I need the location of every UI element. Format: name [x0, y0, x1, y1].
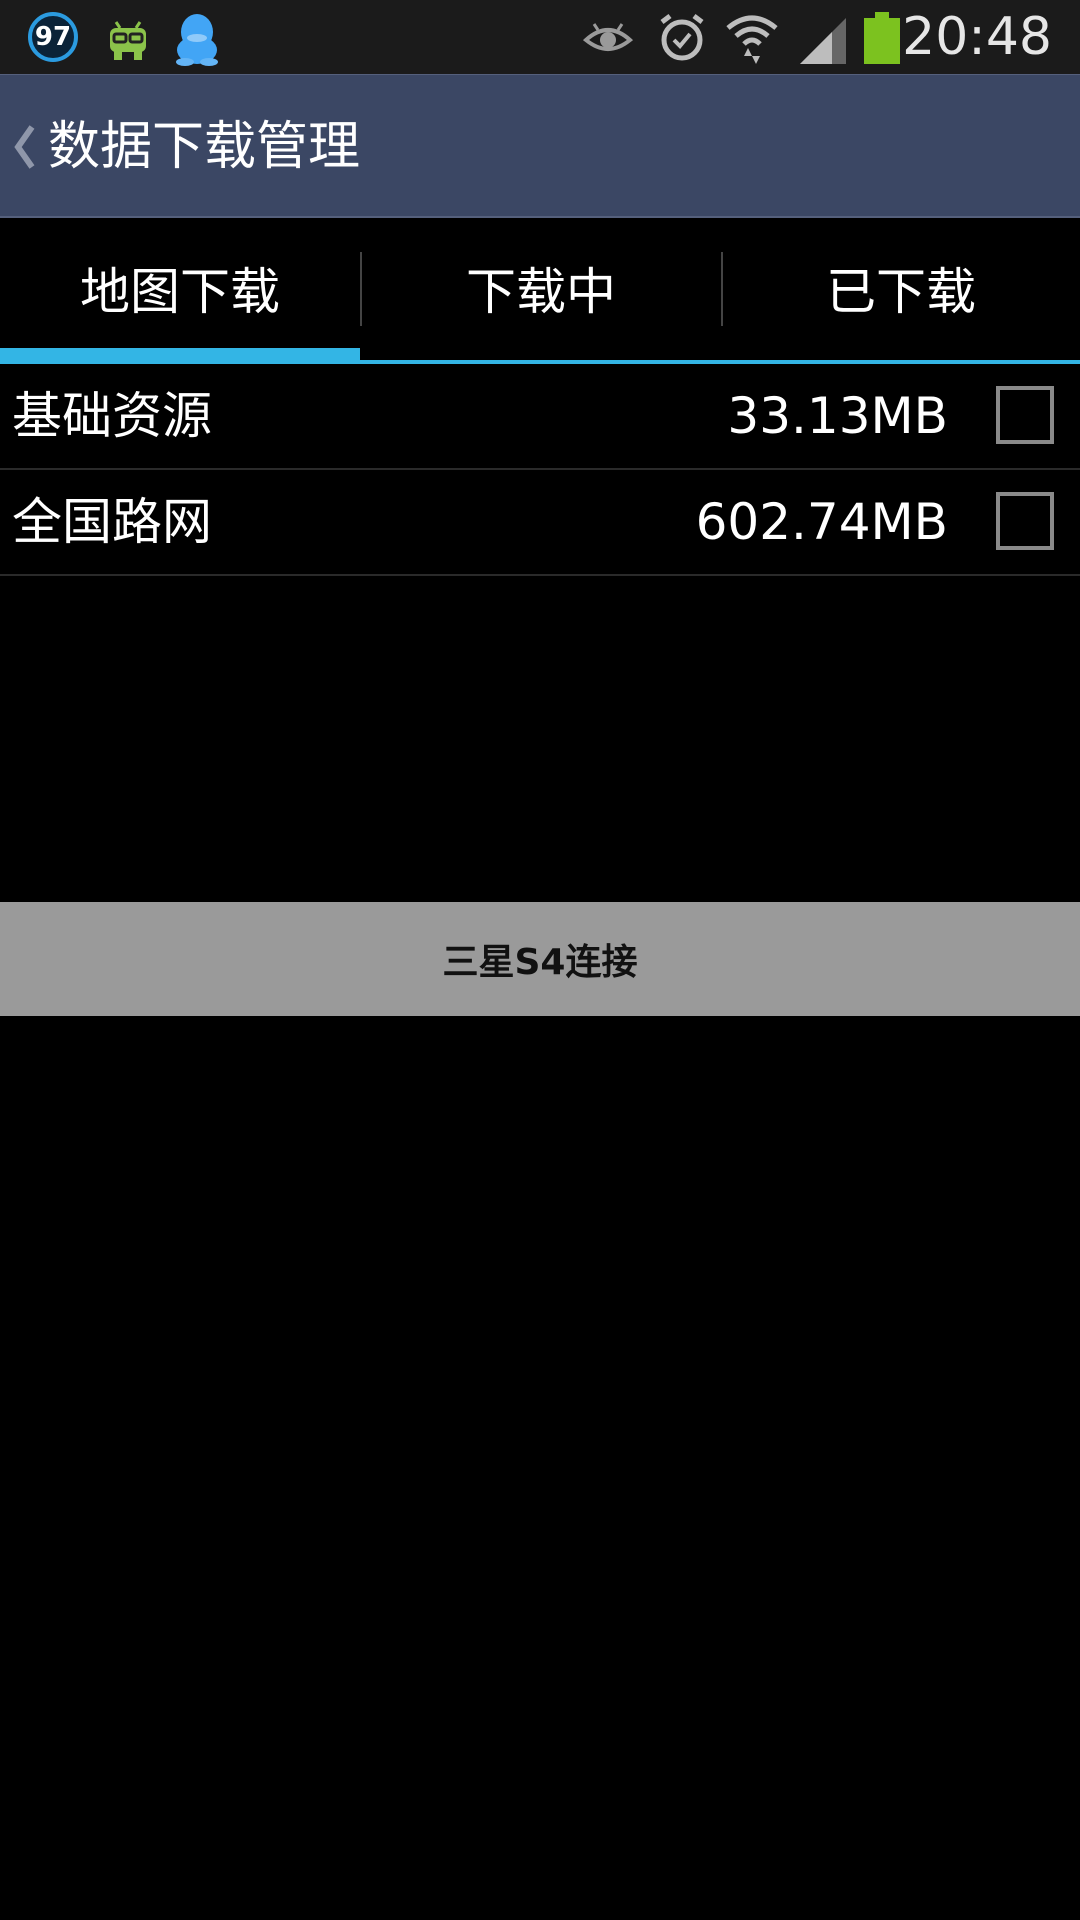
- connect-button[interactable]: 三星S4连接: [0, 902, 1080, 1016]
- android-icon: [110, 21, 146, 60]
- eye-icon: [582, 23, 634, 51]
- tab-label: 已下载: [826, 263, 976, 321]
- item-checkbox[interactable]: [996, 492, 1054, 550]
- tab-downloading[interactable]: 下载中: [361, 218, 721, 358]
- item-name: 全国路网: [12, 493, 212, 551]
- tab-label: 下载中: [466, 263, 616, 321]
- badge-icon: 97: [28, 12, 78, 62]
- tab-selected-indicator: [0, 348, 360, 364]
- alarm-icon: [660, 14, 704, 61]
- connect-button-label: 三星S4连接: [442, 942, 638, 983]
- item-size: 33.13MB: [727, 387, 948, 445]
- tab-map-download[interactable]: 地图下载: [0, 218, 360, 358]
- list-item[interactable]: 全国路网 602.74MB: [0, 470, 1080, 576]
- list-item[interactable]: 基础资源 33.13MB: [0, 364, 1080, 470]
- battery-icon: [864, 12, 900, 64]
- clock: 20:48: [902, 7, 1052, 67]
- chevron-left-icon[interactable]: [12, 123, 36, 171]
- tab-bar: 地图下载 下载中 已下载: [0, 218, 1080, 364]
- item-size: 602.74MB: [695, 493, 948, 551]
- signal-icon: [800, 18, 846, 64]
- item-checkbox[interactable]: [996, 386, 1054, 444]
- tab-label: 地图下载: [80, 263, 280, 321]
- action-bar: 数据下载管理: [0, 74, 1080, 218]
- status-bar: 97 20:48: [0, 0, 1080, 74]
- qq-penguin-icon: [176, 14, 218, 66]
- item-name: 基础资源: [12, 387, 212, 445]
- download-list: 基础资源 33.13MB 全国路网 602.74MB: [0, 364, 1080, 576]
- wifi-icon: [726, 15, 778, 64]
- page-title: 数据下载管理: [48, 117, 361, 177]
- badge-value: 97: [34, 22, 72, 52]
- tab-downloaded[interactable]: 已下载: [722, 218, 1080, 358]
